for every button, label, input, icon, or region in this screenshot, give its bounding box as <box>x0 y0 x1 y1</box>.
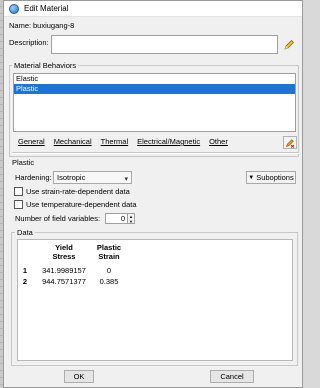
title-bar[interactable]: Edit Material <box>4 1 302 17</box>
behavior-menu-bar: General Mechanical Thermal Electrical/Ma… <box>18 137 228 146</box>
description-label: Description: <box>9 38 49 47</box>
cell-yield-stress-1[interactable]: 341.9989157 <box>36 266 92 275</box>
delete-pencil-icon <box>286 138 295 148</box>
hardening-label: Hardening: <box>15 173 52 182</box>
window-title: Edit Material <box>24 4 69 13</box>
strain-rate-label: Use strain-rate-dependent data <box>26 187 130 196</box>
plastic-section-title: Plastic <box>12 158 35 167</box>
menu-general[interactable]: General <box>18 137 45 146</box>
name-value: buxiugang-8 <box>33 21 75 30</box>
material-behaviors-title: Material Behaviors <box>12 61 79 70</box>
section-divider <box>12 152 299 154</box>
hardening-select[interactable]: Isotropic ▾ <box>53 171 132 184</box>
ok-button[interactable]: OK <box>64 370 94 383</box>
row-index-1: 1 <box>22 266 28 275</box>
menu-thermal[interactable]: Thermal <box>101 137 129 146</box>
data-group-title: Data <box>15 228 35 237</box>
behavior-item-elastic[interactable]: Elastic <box>14 74 295 84</box>
menu-mechanical[interactable]: Mechanical <box>54 137 92 146</box>
menu-electrical-magnetic[interactable]: Electrical/Magnetic <box>137 137 200 146</box>
data-table[interactable]: Yield Stress Plastic Strain 1 341.998915… <box>17 239 293 361</box>
delete-behavior-button[interactable] <box>283 136 297 149</box>
temperature-checkbox[interactable] <box>14 200 23 209</box>
name-label: Name: <box>9 21 32 30</box>
stepper-down-icon[interactable]: ▼ <box>128 219 134 224</box>
field-variables-label: Number of field variables: <box>15 214 101 223</box>
suboptions-button[interactable]: ▼ Suboptions <box>246 171 296 184</box>
description-field[interactable] <box>51 35 278 54</box>
material-behaviors-list[interactable]: Elastic Plastic <box>13 73 296 132</box>
field-variables-stepper[interactable]: ▲ ▼ <box>128 213 135 224</box>
header-plastic-strain: Plastic Strain <box>96 243 122 261</box>
cancel-button[interactable]: Cancel <box>210 370 254 383</box>
hardening-value: Isotropic <box>57 173 86 182</box>
triangle-down-icon: ▼ <box>248 174 255 181</box>
behavior-item-plastic[interactable]: Plastic <box>14 84 295 94</box>
temperature-label: Use temperature-dependent data <box>26 200 137 209</box>
pencil-icon <box>284 40 294 50</box>
cell-plastic-strain-1[interactable]: 0 <box>92 266 126 275</box>
cell-yield-stress-2[interactable]: 944.7571377 <box>36 277 92 286</box>
menu-other[interactable]: Other <box>209 137 228 146</box>
cell-plastic-strain-2[interactable]: 0.385 <box>92 277 126 286</box>
chevron-down-icon: ▾ <box>124 176 128 183</box>
edit-material-dialog: Edit Material Name: buxiugang-8 Descript… <box>3 0 303 388</box>
suboptions-label: Suboptions <box>256 173 294 182</box>
row-index-2: 2 <box>22 277 28 286</box>
strain-rate-checkbox[interactable] <box>14 187 23 196</box>
field-variables-input[interactable]: 0 <box>105 213 128 224</box>
edit-description-button[interactable] <box>282 38 296 52</box>
app-icon <box>9 3 19 14</box>
header-yield-stress: Yield Stress <box>52 243 76 261</box>
